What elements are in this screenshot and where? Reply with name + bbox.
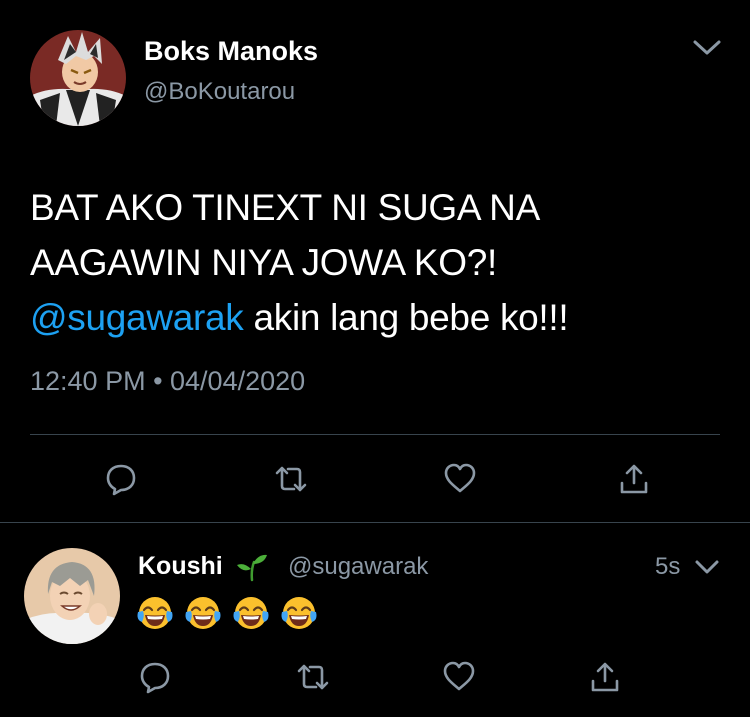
mention-link[interactable]: @sugawarak [30, 297, 244, 338]
action-bar [0, 462, 750, 502]
face-with-tears-of-joy-icon [232, 594, 270, 632]
tweet-timestamp: 12:40 PM • 04/04/2020 [30, 366, 306, 396]
face-with-tears-of-joy-icon [184, 594, 222, 632]
seedling-icon [236, 552, 268, 582]
koushi-avatar[interactable] [24, 548, 120, 644]
face-with-tears-of-joy-icon [280, 594, 318, 632]
share-icon[interactable] [617, 462, 651, 496]
reply-icon[interactable] [138, 660, 172, 694]
reply-icon[interactable] [104, 462, 138, 496]
action-bar [0, 660, 750, 700]
like-icon[interactable] [443, 462, 477, 496]
tweet-text-line: AAGAWIN NIYA JOWA KO?! [30, 242, 497, 283]
bokuto-avatar[interactable] [30, 30, 126, 126]
reply-author-handle[interactable]: @sugawarak [288, 553, 428, 581]
author-handle[interactable]: @BoKoutarou [144, 78, 295, 106]
retweet-icon[interactable] [274, 462, 308, 496]
reply-time: 5s [655, 553, 681, 580]
tweet-text-line: BAT AKO TINEXT NI SUGA NA [30, 187, 540, 228]
share-icon[interactable] [588, 660, 622, 694]
main-tweet[interactable]: Boks Manoks @BoKoutarou BAT AKO TINEXT N… [0, 0, 750, 522]
divider [30, 434, 720, 435]
reply-author-name[interactable]: Koushi [138, 552, 223, 581]
tweet-divider [0, 522, 750, 523]
chevron-down-icon[interactable] [693, 558, 723, 578]
author-name[interactable]: Boks Manoks [144, 36, 318, 67]
like-icon[interactable] [442, 660, 476, 694]
tweet-text: BAT AKO TINEXT NI SUGA NA AAGAWIN NIYA J… [30, 180, 720, 345]
tweet-text-line: @sugawarak akin lang bebe ko!!! [30, 290, 720, 345]
tweet-text-tail: akin lang bebe ko!!! [243, 297, 569, 338]
retweet-icon[interactable] [296, 660, 330, 694]
face-with-tears-of-joy-icon [136, 594, 174, 632]
chevron-down-icon[interactable] [692, 38, 722, 58]
